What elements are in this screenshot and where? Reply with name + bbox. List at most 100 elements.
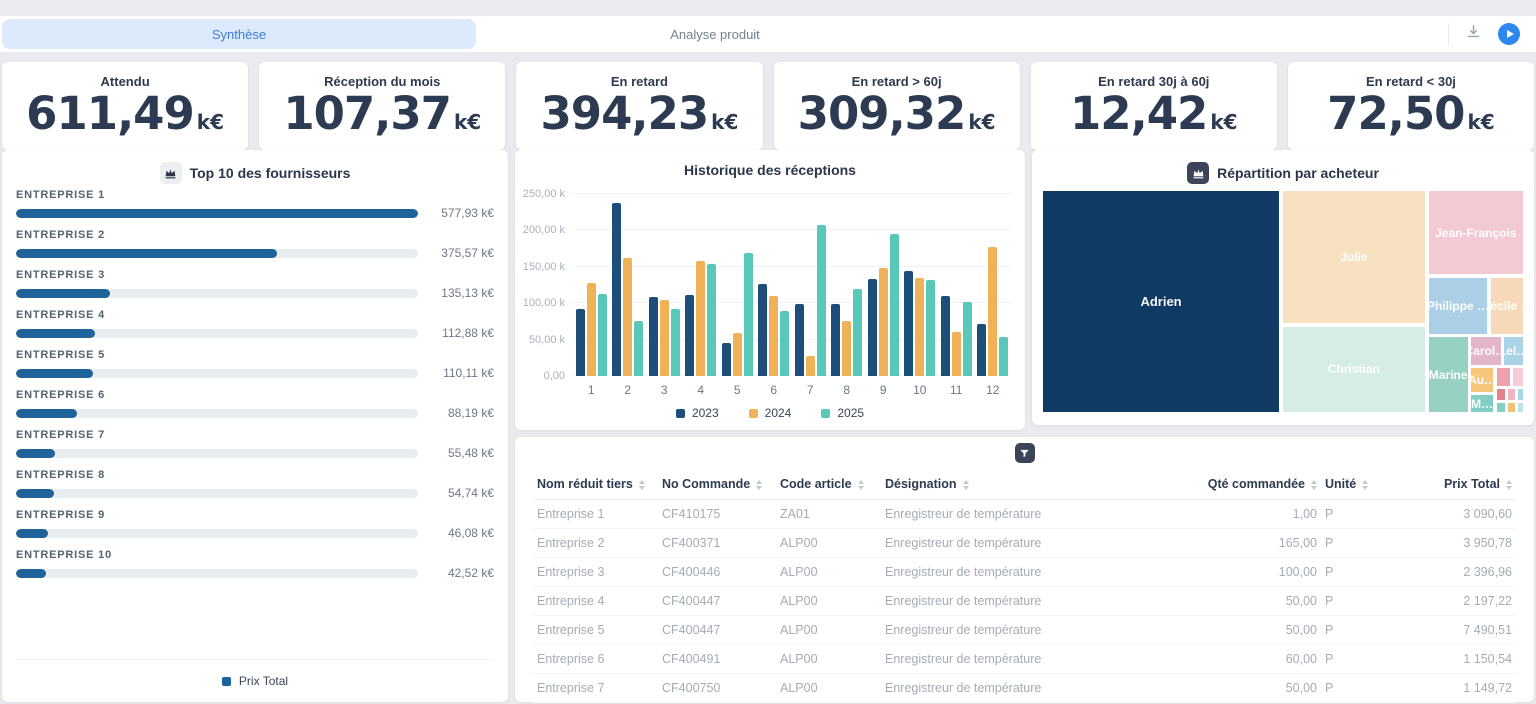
- hist-bar-2024[interactable]: [696, 261, 705, 376]
- top10-bar[interactable]: [16, 249, 277, 258]
- top10-legend[interactable]: Prix Total: [16, 659, 494, 702]
- top10-bar[interactable]: [16, 289, 110, 298]
- treemap-tile-m[interactable]: M…: [1470, 394, 1494, 413]
- hist-bar-2023[interactable]: [831, 304, 840, 376]
- table-cell: CF400491: [658, 645, 776, 674]
- hist-bar-2025[interactable]: [780, 311, 789, 376]
- hist-bar-2024[interactable]: [769, 296, 778, 376]
- treemap-tile[interactable]: [1517, 402, 1524, 413]
- hist-bar-2025[interactable]: [963, 302, 972, 376]
- treemap-tile-c-cile[interactable]: Cécile …: [1490, 277, 1524, 335]
- hist-bar-2025[interactable]: [707, 264, 716, 376]
- hist-bar-2023[interactable]: [649, 297, 658, 376]
- hist-bar-2024[interactable]: [587, 283, 596, 376]
- month-group: [685, 194, 716, 376]
- sort-up-arrow: [1506, 480, 1512, 484]
- table-filter-button[interactable]: [1015, 443, 1035, 463]
- top10-bar[interactable]: [16, 529, 48, 538]
- table-cell: Enregistreur de température: [881, 500, 1171, 529]
- treemap-tile-carol[interactable]: Carol…: [1470, 336, 1502, 366]
- treemap-tile-au[interactable]: Au…: [1470, 367, 1494, 393]
- hist-bar-2023[interactable]: [868, 279, 877, 376]
- hist-bar-2023[interactable]: [758, 284, 767, 376]
- treemap-tile[interactable]: [1496, 388, 1507, 400]
- hist-bar-2024[interactable]: [952, 332, 961, 376]
- download-button[interactable]: [1465, 23, 1482, 45]
- column-header-code-article[interactable]: Code article: [776, 469, 881, 500]
- hist-bar-2024[interactable]: [806, 356, 815, 376]
- table-cell: P: [1321, 529, 1401, 558]
- month-group: [941, 194, 972, 376]
- table-cell: Entreprise 6: [533, 645, 658, 674]
- hist-bar-2023[interactable]: [576, 309, 585, 376]
- hist-bar-2023[interactable]: [685, 295, 694, 376]
- hist-bar-2024[interactable]: [915, 278, 924, 376]
- treemap-tile-adrien[interactable]: Adrien: [1042, 190, 1280, 413]
- treemap-tile-julie[interactable]: Julie: [1282, 190, 1426, 324]
- legend-item-2024[interactable]: 2024: [749, 406, 792, 420]
- table-cell: 2 197,22: [1401, 587, 1516, 616]
- top10-bar[interactable]: [16, 209, 418, 218]
- hist-bar-2025[interactable]: [598, 294, 607, 376]
- hist-bar-2025[interactable]: [634, 321, 643, 376]
- tab-synthese[interactable]: Synthèse: [2, 19, 476, 49]
- hist-bar-2023[interactable]: [722, 343, 731, 376]
- column-header-nom-r-duit-tiers[interactable]: Nom réduit tiers: [533, 469, 658, 500]
- hist-bar-2025[interactable]: [853, 289, 862, 376]
- hist-bar-2025[interactable]: [744, 253, 753, 376]
- treemap-tile-philippe[interactable]: Philippe …: [1428, 277, 1489, 335]
- hist-bar-2024[interactable]: [842, 321, 851, 376]
- hist-bar-2024[interactable]: [623, 258, 632, 376]
- table-cell: 165,00: [1171, 529, 1321, 558]
- top10-bar[interactable]: [16, 369, 93, 378]
- top10-bar[interactable]: [16, 569, 46, 578]
- hist-bar-2023[interactable]: [904, 271, 913, 376]
- top10-item-bar-row: 110,11 k€: [16, 366, 494, 380]
- treemap-tile[interactable]: [1512, 367, 1524, 387]
- hist-bar-2025[interactable]: [890, 234, 899, 376]
- table-cell: Enregistreur de température: [881, 587, 1171, 616]
- play-button[interactable]: [1498, 23, 1520, 45]
- column-header-qt-command-e[interactable]: Qté commandée: [1171, 469, 1321, 500]
- hist-bar-2023[interactable]: [941, 296, 950, 376]
- top10-item: ENTREPRISE 688,19 k€: [16, 386, 494, 426]
- hist-bar-2024[interactable]: [660, 300, 669, 376]
- treemap-tile[interactable]: [1496, 402, 1507, 413]
- download-icon: [1465, 23, 1482, 40]
- hist-bar-2024[interactable]: [733, 333, 742, 376]
- top10-bar[interactable]: [16, 409, 77, 418]
- column-header-prix-total[interactable]: Prix Total: [1401, 469, 1516, 500]
- top10-item-bar-row: 577,93 k€: [16, 206, 494, 220]
- treemap-tile-jean-fran-ois[interactable]: Jean-François: [1428, 190, 1524, 275]
- top10-bar-track: [16, 449, 418, 458]
- hist-bar-2024[interactable]: [879, 268, 888, 376]
- column-header-d-signation[interactable]: Désignation: [881, 469, 1171, 500]
- top10-bar[interactable]: [16, 449, 55, 458]
- hist-bar-2025[interactable]: [671, 309, 680, 376]
- hist-bar-2025[interactable]: [999, 337, 1008, 376]
- top10-item: ENTREPRISE 946,08 k€: [16, 506, 494, 546]
- tab-analyse-produit[interactable]: Analyse produit: [478, 19, 952, 49]
- treemap-tile-marine[interactable]: Marine: [1428, 336, 1469, 413]
- treemap-tile[interactable]: [1507, 388, 1516, 400]
- column-header-no-commande[interactable]: No Commande: [658, 469, 776, 500]
- hist-bar-2023[interactable]: [795, 304, 804, 376]
- treemap-tile[interactable]: [1496, 367, 1511, 387]
- hist-bar-2024[interactable]: [988, 247, 997, 376]
- top10-bar[interactable]: [16, 489, 54, 498]
- table-row: Entreprise 6CF400491ALP00Enregistreur de…: [533, 645, 1516, 674]
- top10-item-bar-row: 54,74 k€: [16, 486, 494, 500]
- kpi-value: 309,32k€: [774, 91, 1020, 137]
- hist-bar-2025[interactable]: [926, 280, 935, 376]
- treemap-tile-lel[interactable]: Lel…: [1503, 336, 1524, 366]
- hist-bar-2023[interactable]: [977, 324, 986, 376]
- hist-bar-2025[interactable]: [817, 225, 826, 376]
- legend-item-2025[interactable]: 2025: [821, 406, 864, 420]
- treemap-tile-christian[interactable]: Christian: [1282, 326, 1426, 413]
- treemap-tile[interactable]: [1517, 388, 1524, 400]
- hist-bar-2023[interactable]: [612, 203, 621, 376]
- treemap-tile[interactable]: [1507, 402, 1516, 413]
- legend-item-2023[interactable]: 2023: [676, 406, 719, 420]
- column-header-unit-[interactable]: Unité: [1321, 469, 1401, 500]
- top10-bar[interactable]: [16, 329, 95, 338]
